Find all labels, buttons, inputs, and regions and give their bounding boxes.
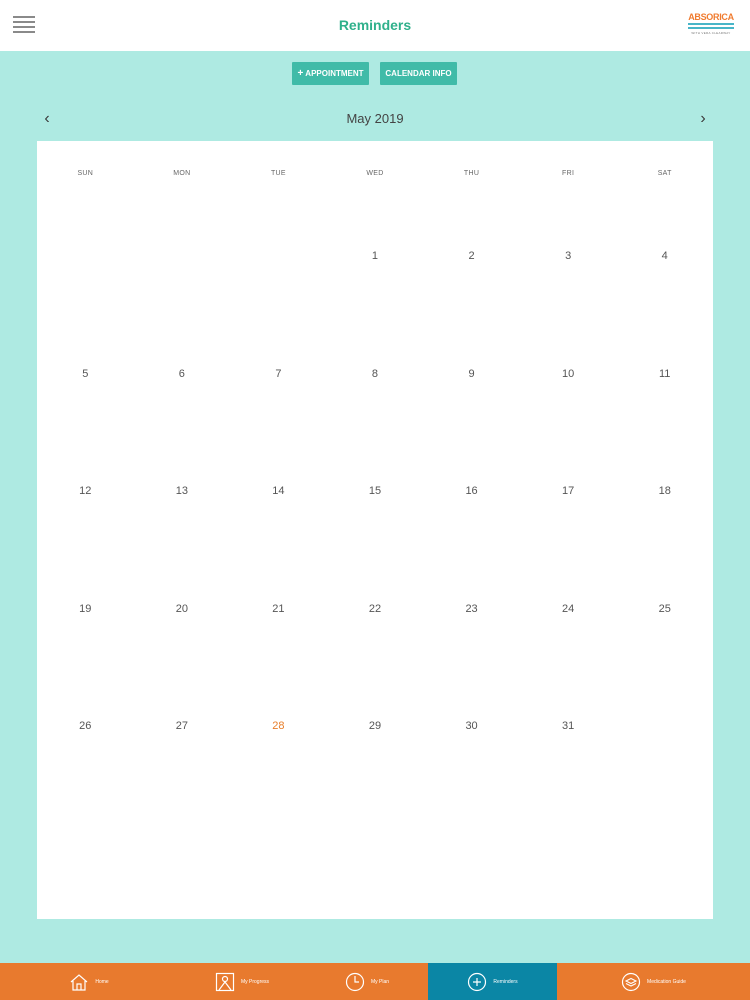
- calendar-day[interactable]: 17: [520, 485, 617, 603]
- calendar-day[interactable]: 14: [230, 485, 327, 603]
- app-header: Reminders ABSORICA WITH VERA CLEARWAY: [0, 0, 750, 51]
- weekday-label: MON: [173, 170, 191, 177]
- calendar-empty-cell: [37, 250, 134, 368]
- calendar-day[interactable]: 3: [520, 250, 617, 368]
- page-title: Reminders: [338, 17, 412, 33]
- calendar-day[interactable]: 6: [134, 368, 231, 486]
- calendar-empty-cell: [230, 250, 327, 368]
- calendar-day[interactable]: 8: [327, 368, 424, 486]
- calendar-day[interactable]: 20: [134, 603, 231, 721]
- calendar-empty-cell: [616, 720, 713, 838]
- calendar-day[interactable]: 10: [520, 368, 617, 486]
- calendar-day[interactable]: 21: [230, 603, 327, 721]
- chevron-right-icon[interactable]: ›: [693, 109, 713, 129]
- calendar-day[interactable]: 12: [37, 485, 134, 603]
- calendar-day[interactable]: 2: [423, 250, 520, 368]
- weekday-label: THU: [463, 170, 480, 177]
- calendar-empty-cell: [134, 250, 231, 368]
- plus-icon: +: [297, 68, 304, 79]
- weekday-label: SUN: [77, 170, 94, 177]
- calendar-day[interactable]: 15: [327, 485, 424, 603]
- calendar-day[interactable]: 11: [616, 368, 713, 486]
- weekday-label: WED: [366, 170, 384, 177]
- logo-stripe: [688, 23, 734, 29]
- tab-label: Home: [95, 978, 109, 985]
- clock-icon: [345, 972, 365, 992]
- calendar-day-today[interactable]: 28: [230, 720, 327, 838]
- weekday-header-row: SUN MON TUE WED THU FRI SAT: [37, 170, 713, 177]
- calendar-day[interactable]: 7: [230, 368, 327, 486]
- tab-home[interactable]: Home: [0, 963, 178, 1000]
- month-title: May 2019: [346, 111, 404, 126]
- logo-wordmark: ABSORICA: [688, 12, 734, 22]
- calendar-day[interactable]: 31: [520, 720, 617, 838]
- calendar-info-button[interactable]: CALENDAR INFO: [380, 62, 457, 85]
- calendar-day[interactable]: 13: [134, 485, 231, 603]
- calendar-day[interactable]: 25: [616, 603, 713, 721]
- progress-icon: [215, 972, 235, 992]
- tab-label: Medication Guide: [647, 978, 686, 985]
- home-icon: [69, 972, 89, 992]
- calendar-day[interactable]: 27: [134, 720, 231, 838]
- tab-my-progress[interactable]: My Progress: [178, 963, 306, 1000]
- tab-medication-guide[interactable]: Medication Guide: [557, 963, 750, 1000]
- calendar-info-label: CALENDAR INFO: [385, 69, 452, 78]
- tab-label: My Progress: [240, 978, 270, 985]
- layers-icon: [621, 972, 641, 992]
- tab-my-plan[interactable]: My Plan: [306, 963, 428, 1000]
- bottom-tab-bar: Home My Progress My Plan Reminders Medic…: [0, 963, 750, 1000]
- calendar-day[interactable]: 18: [616, 485, 713, 603]
- plus-circle-icon: [467, 972, 487, 992]
- weekday-label: TUE: [270, 170, 286, 177]
- calendar-day[interactable]: 26: [37, 720, 134, 838]
- day-grid: 1 2 3 4 5 6 7 8 9 10 11 12 13 14 15 16 17 18 19 20 21 22 23 24 2…: [37, 250, 713, 838]
- calendar-day[interactable]: 4: [616, 250, 713, 368]
- absorica-logo: ABSORICA WITH VERA CLEARWAY: [686, 12, 736, 40]
- add-appointment-button[interactable]: + APPOINTMENT: [292, 62, 369, 85]
- calendar-day[interactable]: 19: [37, 603, 134, 721]
- calendar-day[interactable]: 23: [423, 603, 520, 721]
- calendar-grid: SUN MON TUE WED THU FRI SAT 1 2 3 4 5 6 7 8 9 10 1…: [37, 141, 713, 919]
- weekday-label: FRI: [562, 170, 575, 177]
- tab-label: Reminders: [493, 978, 518, 985]
- calendar-day[interactable]: 5: [37, 368, 134, 486]
- calendar-day[interactable]: 30: [423, 720, 520, 838]
- calendar-day[interactable]: 16: [423, 485, 520, 603]
- calendar-day[interactable]: 22: [327, 603, 424, 721]
- logo-tagline: WITH VERA CLEARWAY: [691, 31, 731, 35]
- month-navigation: ‹ May 2019 ›: [0, 104, 750, 134]
- tab-reminders[interactable]: Reminders: [428, 963, 557, 1000]
- calendar-day[interactable]: 24: [520, 603, 617, 721]
- calendar-day[interactable]: 29: [327, 720, 424, 838]
- tab-label: My Plan: [370, 978, 390, 985]
- add-appointment-label: APPOINTMENT: [305, 69, 364, 78]
- calendar-day[interactable]: 1: [327, 250, 424, 368]
- calendar-day[interactable]: 9: [423, 368, 520, 486]
- weekday-label: SAT: [657, 170, 672, 177]
